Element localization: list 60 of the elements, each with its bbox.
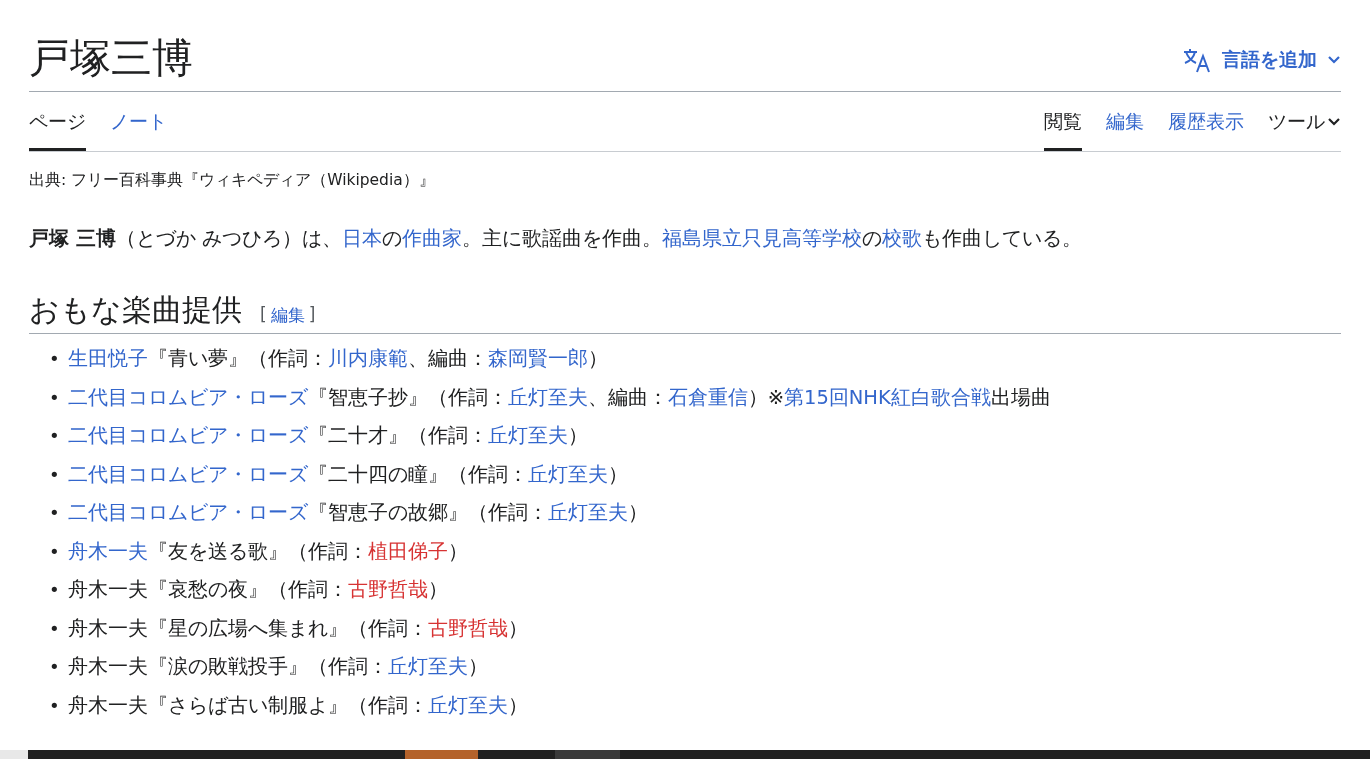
link[interactable]: 二代目コロムビア・ローズ (67, 462, 308, 486)
edit-link[interactable]: 編集 (270, 304, 305, 327)
link[interactable]: 二代目コロムビア・ローズ (67, 501, 308, 525)
link[interactable]: 日本 (342, 227, 382, 250)
link[interactable]: 丘灯至夫 (527, 462, 608, 486)
section-heading: おもな楽曲提供 (29, 291, 242, 329)
list-item: 舟木一夫『星の広場へ集まれ』（作詞：古野哲哉） (67, 615, 528, 642)
chevron-down-icon (1327, 116, 1341, 127)
intro-paragraph: 戸塚 三博（とづか みつひろ）は、日本の作曲家。主に歌謡曲を作曲。福島県立只見高等学校の校歌 も作曲している。 (29, 226, 1083, 252)
bullet: • (49, 385, 60, 410)
link[interactable]: 第15回NHK紅白歌合戦 (783, 385, 991, 409)
list-item: 二代目コロムビア・ローズ『智恵子抄』（作詞：丘灯至夫、編曲：石倉重信）※第15回NHK紅白歌合戦出場曲 (67, 384, 1051, 411)
link[interactable]: 丘灯至夫 (427, 693, 508, 717)
bullet: • (49, 616, 60, 641)
bullet: • (49, 501, 60, 526)
list-item: 生田悦子『青い夢』（作詞：川内康範、編曲：森岡賢一郎） (67, 346, 608, 373)
list-item: 二代目コロムビア・ローズ『二十才』（作詞：丘灯至夫） (67, 423, 588, 450)
link[interactable]: 川内康範 (327, 347, 408, 371)
list-item: 二代目コロムビア・ローズ『智恵子の故郷』（作詞：丘灯至夫） (67, 500, 648, 527)
link[interactable]: 丘灯至夫 (387, 655, 468, 679)
link[interactable]: 作曲家 (402, 227, 462, 250)
bullet: • (49, 424, 60, 449)
link[interactable]: 丘灯至夫 (547, 501, 628, 525)
tab[interactable]: ノート (110, 92, 167, 151)
link[interactable]: 石倉重信 (667, 385, 748, 409)
page-title: 戸塚三博 (29, 33, 193, 83)
tab[interactable]: ページ (29, 92, 86, 151)
list-item: 舟木一夫『さらば古い制服よ』（作詞：丘灯至夫） (67, 692, 528, 719)
list-item: 舟木一夫『涙の敗戦投手』（作詞：丘灯至夫） (67, 654, 488, 681)
link[interactable]: 古野哲哉 (427, 616, 508, 640)
add-language-button[interactable]: 言語を追加 (1182, 47, 1341, 73)
tab[interactable]: 履歴表示 (1168, 92, 1244, 151)
bullet: • (49, 539, 60, 564)
translate-icon (1182, 47, 1212, 73)
bullet: • (49, 655, 60, 680)
link[interactable]: 二代目コロムビア・ローズ (67, 424, 308, 448)
list-item: 舟木一夫『哀愁の夜』（作詞：古野哲哉） (67, 577, 448, 604)
tools-menu[interactable]: ツール (1268, 92, 1341, 151)
bullet: • (49, 462, 60, 487)
link[interactable]: 森岡賢一郎 (487, 347, 588, 371)
link[interactable]: 古野哲哉 (347, 578, 428, 602)
tab[interactable]: 編集 (1106, 92, 1144, 151)
link[interactable]: 生田悦子 (67, 347, 148, 371)
chevron-down-icon (1327, 55, 1341, 65)
link[interactable]: 丘灯至夫 (487, 424, 568, 448)
source-note: 出典: フリー百科事典『ウィキペディア（Wikipedia）』 (29, 170, 436, 191)
link[interactable]: 丘灯至夫 (507, 385, 588, 409)
bullet: • (49, 693, 60, 718)
link[interactable]: 福島県立只見高等学校 (662, 227, 862, 250)
list-item: 二代目コロムビア・ローズ『二十四の瞳』（作詞：丘灯至夫） (67, 461, 628, 488)
bracket: [ (260, 304, 267, 326)
link[interactable]: 舟木一夫 (67, 539, 148, 563)
link[interactable]: 植田俤子 (367, 539, 448, 563)
tab[interactable]: 閲覧 (1044, 92, 1082, 151)
bracket: ] (308, 304, 316, 326)
bullet: • (49, 347, 60, 372)
bullet: • (49, 578, 60, 603)
link[interactable]: 二代目コロムビア・ローズ (67, 385, 308, 409)
list-item: 舟木一夫『友を送る歌』（作詞：植田俤子） (67, 538, 468, 565)
link[interactable]: 校歌 (882, 227, 922, 250)
